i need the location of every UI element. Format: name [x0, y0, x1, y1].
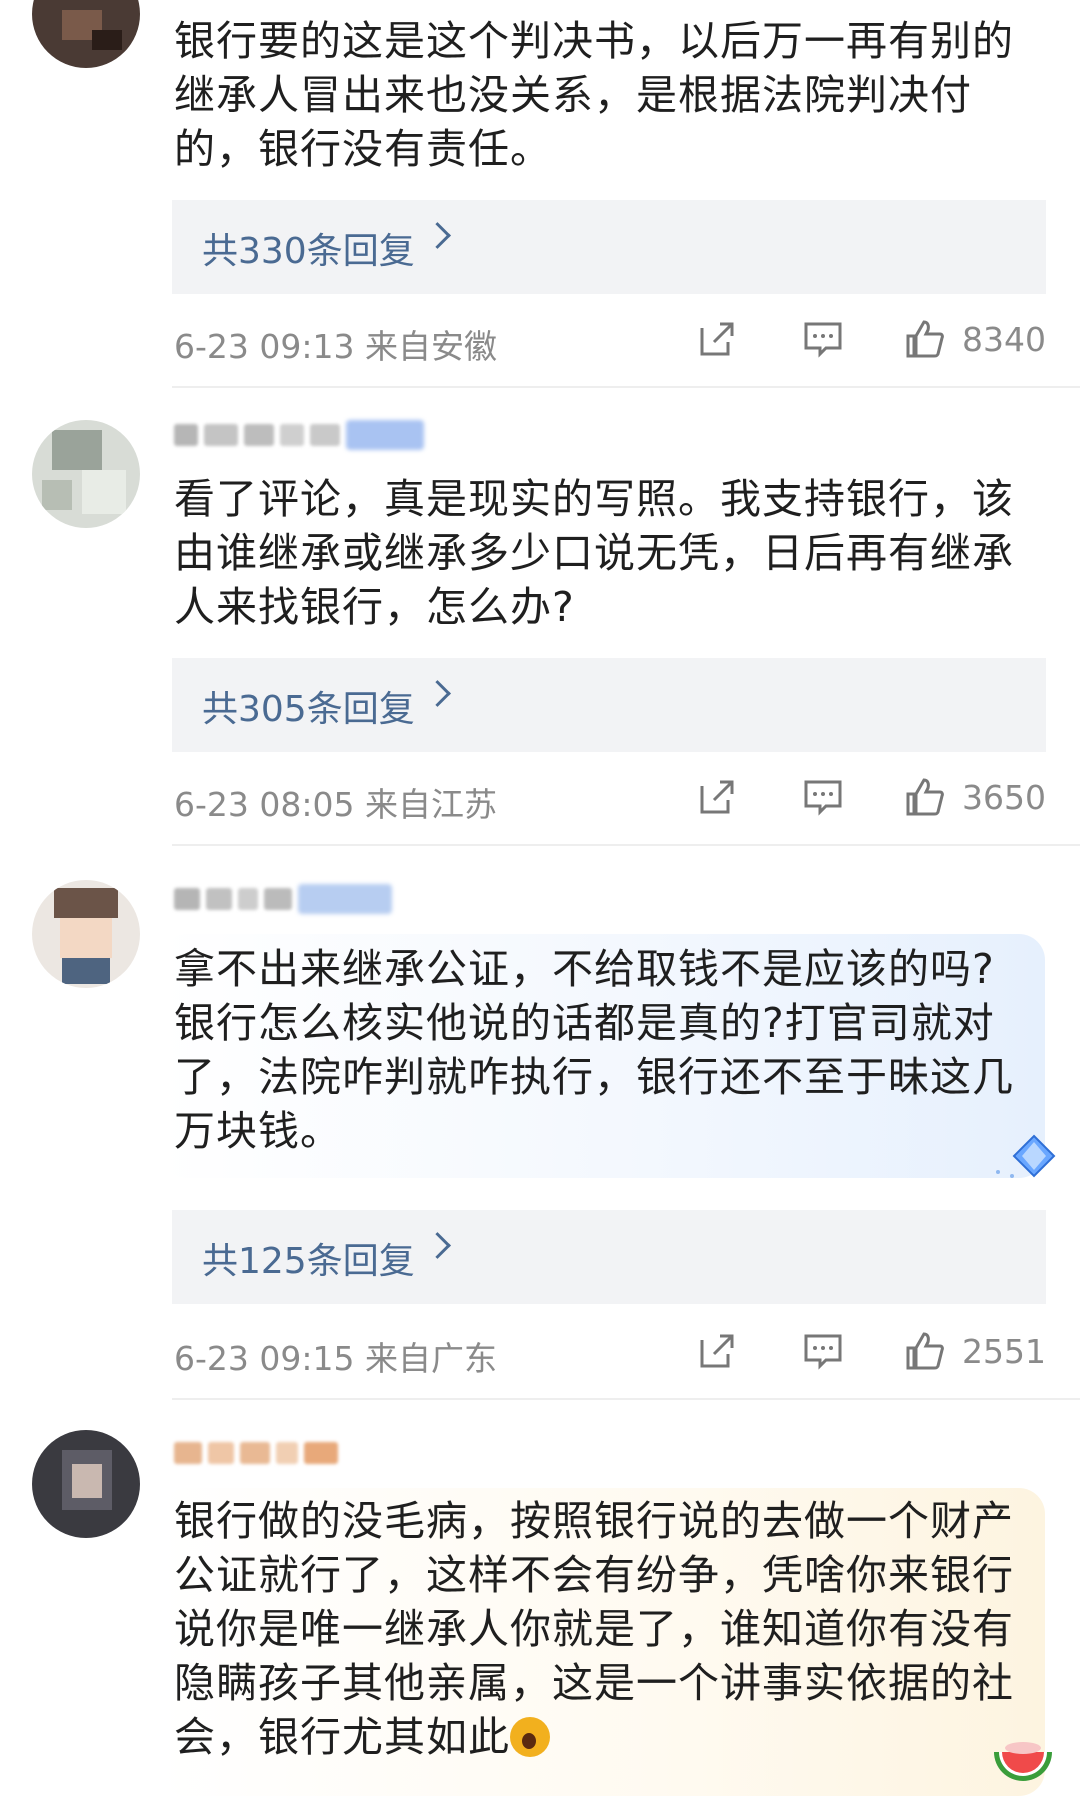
comment-text: 拿不出来继承公证，不给取钱不是应该的吗?银行怎么核实他说的话都是真的?打官司就对…	[174, 945, 1014, 1155]
replies-label: 共125条回复	[202, 1241, 415, 1282]
share-icon[interactable]	[696, 1330, 738, 1372]
surprised-emoji-icon	[510, 1717, 550, 1757]
chevron-right-icon	[424, 680, 451, 707]
replies-button[interactable]: 共330条回复	[172, 200, 1046, 294]
thumbs-up-icon[interactable]	[904, 1330, 946, 1372]
timestamp: 6-23 09:13 来自安徽	[174, 327, 497, 366]
watermelon-icon	[994, 1742, 1052, 1781]
chevron-right-icon	[424, 1232, 451, 1259]
divider	[172, 386, 1080, 388]
like-count: 8340	[962, 320, 1046, 359]
comment-meta: 6-23 08:05 来自江苏 3650	[174, 776, 1046, 824]
comment-meta: 6-23 09:13 来自安徽 8340	[174, 318, 1046, 366]
share-icon[interactable]	[696, 776, 738, 818]
replies-label: 共330条回复	[202, 231, 415, 272]
username[interactable]	[174, 882, 392, 916]
diamond-icon	[996, 1134, 1056, 1178]
username[interactable]	[174, 418, 424, 452]
comment-icon[interactable]	[802, 1330, 844, 1372]
replies-button[interactable]: 共125条回复	[172, 1210, 1046, 1304]
comment-icon[interactable]	[802, 776, 844, 818]
divider	[172, 844, 1080, 846]
vip-badge-icon	[298, 884, 392, 914]
chevron-right-icon	[424, 222, 451, 249]
replies-label: 共305条回复	[202, 689, 415, 730]
replies-button[interactable]: 共305条回复	[172, 658, 1046, 752]
comment-text: 银行要的这是这个判决书，以后万一再有别的继承人冒出来也没关系，是根据法院判决付的…	[174, 17, 1014, 173]
username[interactable]	[174, 1436, 338, 1470]
avatar[interactable]	[32, 1430, 140, 1538]
thumbs-up-icon[interactable]	[904, 318, 946, 360]
like-count: 3650	[962, 778, 1046, 817]
avatar[interactable]	[32, 0, 140, 68]
comment-meta: 6-23 09:15 来自广东 2551	[174, 1330, 1046, 1378]
divider	[172, 1398, 1080, 1400]
thumbs-up-icon[interactable]	[904, 776, 946, 818]
timestamp: 6-23 09:15 来自广东	[174, 1339, 497, 1378]
avatar[interactable]	[32, 420, 140, 528]
comment-text: 看了评论，真是现实的写照。我支持银行，该由谁继承或继承多少口说无凭，日后再有继承…	[174, 475, 1014, 631]
avatar[interactable]	[32, 880, 140, 988]
vip-badge-icon	[346, 420, 424, 450]
timestamp: 6-23 08:05 来自江苏	[174, 785, 497, 824]
comment-icon[interactable]	[802, 318, 844, 360]
like-count: 2551	[962, 1332, 1046, 1371]
comment-text: 银行做的没毛病，按照银行说的去做一个财产公证就行了，这样不会有纷争，凭啥你来银行…	[174, 1497, 1014, 1761]
share-icon[interactable]	[696, 318, 738, 360]
